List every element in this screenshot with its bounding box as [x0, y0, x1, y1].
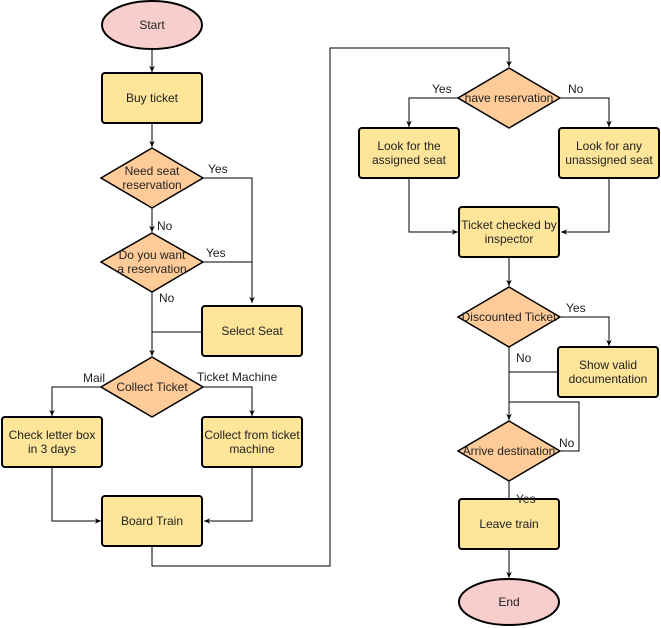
edge-discounted-yes: [560, 316, 612, 346]
edge-label-arrive-yes: Yes: [516, 492, 536, 506]
edge-label-discounted-no: No: [516, 351, 532, 365]
edge-collect-mail: [49, 386, 101, 416]
edge-label-have-res-no: No: [568, 82, 584, 96]
node-buy-ticket[interactable]: Buy ticket: [101, 72, 203, 124]
edge-collect-machine: [203, 386, 255, 416]
edge-label-ticket-machine: Ticket Machine: [197, 370, 278, 384]
node-label: Leave train: [479, 517, 538, 531]
node-label: Buy ticket: [126, 91, 179, 105]
edge-haveres-yes: [406, 97, 458, 127]
node-want-reservation[interactable]: Do you want a reservation: [99, 232, 205, 293]
node-label-line1: Look for the: [377, 139, 441, 153]
node-label: Start: [139, 18, 165, 32]
node-collect-from-machine[interactable]: Collect from ticket machine: [201, 416, 303, 468]
node-label-line2: in 3 days: [28, 442, 76, 456]
node-label-line2: a reservation: [117, 262, 186, 276]
node-ticket-checked[interactable]: Ticket checked by inspector: [458, 206, 560, 258]
node-label-line1: Collect from ticket: [204, 428, 300, 442]
node-label-line2: inspector: [485, 232, 534, 246]
node-label: Arrive destination: [463, 444, 556, 458]
node-collect-ticket[interactable]: Collect Ticket: [99, 356, 205, 418]
node-label-line1: Need seat: [125, 164, 180, 178]
node-label-line2: reservation: [122, 178, 181, 192]
node-start[interactable]: Start: [101, 0, 203, 50]
edge-unassigned-checked: [561, 179, 610, 235]
edge-label-mail: Mail: [83, 371, 105, 385]
node-have-reservation[interactable]: have reservation: [456, 67, 562, 129]
node-label-line1: Do you want: [119, 248, 186, 262]
edge-letter-board: [51, 467, 101, 524]
edge-label-arrive-no: No: [559, 436, 575, 450]
edge-needseat-yes: [203, 177, 255, 303]
node-label-line1: Show valid: [579, 358, 637, 372]
edge-label-discounted-yes: Yes: [566, 301, 586, 315]
node-label-line1: Look for any: [576, 139, 642, 153]
node-leave-train[interactable]: Leave train: [458, 498, 560, 550]
node-end[interactable]: End: [458, 578, 560, 626]
node-show-documentation[interactable]: Show valid documentation: [557, 346, 659, 398]
node-label: have reservation: [465, 91, 554, 105]
edge-label-want-res-yes: Yes: [206, 246, 226, 260]
node-select-seat[interactable]: Select Seat: [201, 305, 303, 357]
edge-haveres-no: [560, 97, 612, 127]
node-label-line2: unassigned seat: [565, 153, 653, 167]
edge-label-have-res-yes: Yes: [432, 82, 452, 96]
node-discounted-ticket[interactable]: Discounted Ticket: [456, 286, 562, 348]
node-label-line2: documentation: [569, 372, 648, 386]
edge-label-need-seat-yes: Yes: [208, 162, 228, 176]
node-label: End: [498, 595, 519, 609]
node-look-unassigned-seat[interactable]: Look for any unassigned seat: [558, 127, 660, 179]
node-label-line2: machine: [229, 442, 275, 456]
node-label: Discounted Ticket: [462, 310, 557, 324]
node-label: Collect Ticket: [116, 380, 188, 394]
edge-machine-board: [204, 467, 253, 524]
node-board-train[interactable]: Board Train: [101, 495, 203, 547]
edge-assigned-checked: [408, 179, 458, 235]
edge-label-need-seat-no: No: [157, 219, 173, 233]
node-look-assigned-seat[interactable]: Look for the assigned seat: [358, 127, 460, 179]
node-arrive-destination[interactable]: Arrive destination: [456, 420, 562, 482]
edge-label-want-res-no: No: [159, 291, 175, 305]
flowchart: Start Buy ticket Need seat reservation D…: [1, 0, 660, 626]
node-label-line1: Ticket checked by: [461, 218, 557, 232]
node-label: Select Seat: [221, 324, 283, 338]
node-label-line1: Check letter box: [9, 428, 96, 442]
node-need-seat-reservation[interactable]: Need seat reservation: [99, 147, 205, 209]
node-check-letter-box[interactable]: Check letter box in 3 days: [1, 416, 103, 468]
node-label-line2: assigned seat: [372, 153, 447, 167]
node-label: Board Train: [121, 514, 183, 528]
